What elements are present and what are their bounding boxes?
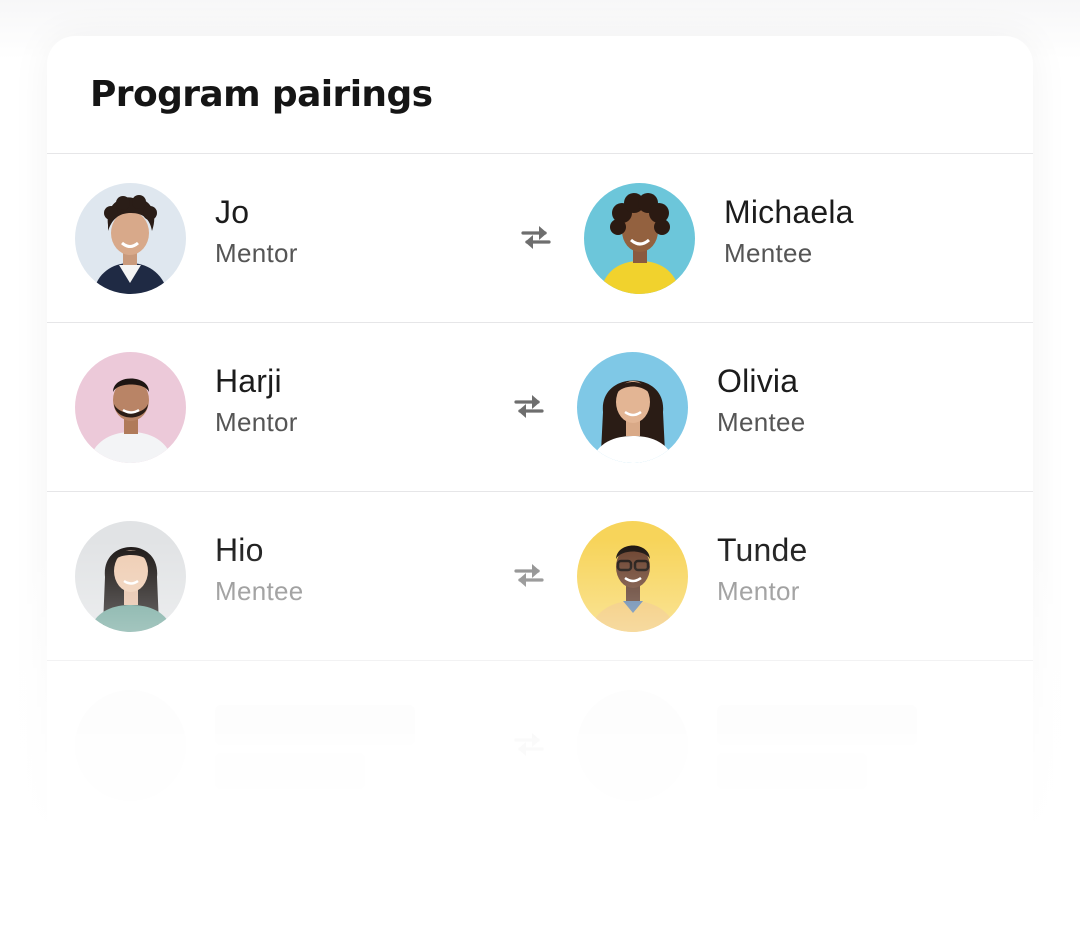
avatar-portrait xyxy=(584,183,695,294)
avatar xyxy=(577,521,688,632)
pairing-row[interactable]: Harji Mentor Olivia Mentee xyxy=(47,323,1033,492)
role-placeholder xyxy=(215,753,365,789)
person-role: Mentee xyxy=(215,576,304,606)
avatar-placeholder xyxy=(75,690,186,801)
person-text: Hio Mentee xyxy=(215,532,304,606)
avatar xyxy=(75,521,186,632)
avatar-portrait xyxy=(75,521,186,632)
pairing-row[interactable]: Jo Mentor Michaela Mentee xyxy=(47,154,1033,323)
pairing-row[interactable]: Hio Mentee Tunde Mentor xyxy=(47,492,1033,661)
swap-arrows-icon xyxy=(512,729,546,759)
person-name: Michaela xyxy=(724,194,854,230)
avatar-portrait xyxy=(577,521,688,632)
person-name: Tunde xyxy=(717,532,808,568)
person-role: Mentor xyxy=(717,576,800,606)
avatar-portrait xyxy=(75,183,186,294)
person-role: Mentor xyxy=(215,407,298,437)
person-text: Harji Mentor xyxy=(215,363,298,437)
person-text: Michaela Mentee xyxy=(724,194,854,268)
avatar xyxy=(75,183,186,294)
person-name: Hio xyxy=(215,532,264,568)
role-placeholder xyxy=(717,753,867,789)
avatar xyxy=(577,352,688,463)
person-text: Tunde Mentor xyxy=(717,532,808,606)
person-name: Harji xyxy=(215,363,282,399)
avatar-portrait xyxy=(577,352,688,463)
person-role: Mentee xyxy=(724,238,813,268)
card-header: Program pairings xyxy=(47,36,1033,154)
name-placeholder xyxy=(215,705,415,745)
avatar-portrait xyxy=(75,352,186,463)
avatar-placeholder xyxy=(577,690,688,801)
person-name: Jo xyxy=(215,194,250,230)
avatar xyxy=(584,183,695,294)
name-placeholder xyxy=(717,705,917,745)
pairing-row-placeholder xyxy=(47,661,1033,830)
person-name: Olivia xyxy=(717,363,799,399)
person-text: Olivia Mentee xyxy=(717,363,806,437)
page-background: Program pairings Jo Mentor Michaela Ment… xyxy=(0,0,1080,939)
person-role: Mentor xyxy=(215,238,298,268)
person-text: Jo Mentor xyxy=(215,194,298,268)
swap-arrows-icon[interactable] xyxy=(512,560,546,590)
pairings-card: Program pairings Jo Mentor Michaela Ment… xyxy=(47,36,1033,939)
swap-arrows-icon[interactable] xyxy=(519,222,553,252)
person-role: Mentee xyxy=(717,407,806,437)
card-title: Program pairings xyxy=(90,74,433,115)
swap-arrows-icon[interactable] xyxy=(512,391,546,421)
avatar xyxy=(75,352,186,463)
